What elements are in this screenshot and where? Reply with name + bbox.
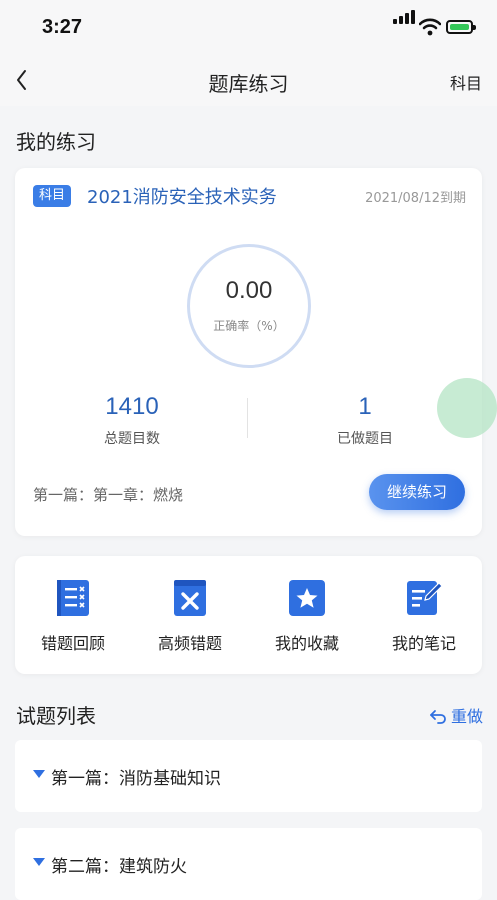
list-item[interactable]: 第二篇：建筑防火 xyxy=(15,828,482,900)
total-questions-value: 1410 xyxy=(105,393,159,420)
expire-date: 2021/08/12到期 xyxy=(365,191,466,206)
redo-button[interactable]: 重做 xyxy=(429,703,483,727)
frequent-errors-button[interactable]: 高频错题 xyxy=(132,556,248,674)
list-item-label: 第二篇：建筑防火 xyxy=(51,857,187,877)
list-item[interactable]: 第一篇：消防基础知识 xyxy=(15,740,482,812)
course-title[interactable]: 2021消防安全技术实务 xyxy=(87,183,277,209)
subject-button[interactable]: 科目 xyxy=(450,70,482,94)
page-title: 题库练习 xyxy=(208,72,289,96)
notes-label: 我的笔记 xyxy=(391,634,456,653)
floating-assistive-button[interactable] xyxy=(437,378,497,438)
wrong-review-label: 错题回顾 xyxy=(40,634,105,653)
frequent-errors-label: 高频错题 xyxy=(157,634,222,653)
accuracy-ring: 0.00 正确率（%） xyxy=(187,244,311,368)
list-item-label: 第一篇：消防基础知识 xyxy=(51,769,221,789)
continue-practice-button[interactable]: 继续练习 xyxy=(369,474,465,510)
notes-button[interactable]: 我的笔记 xyxy=(366,556,482,674)
favorites-button[interactable]: 我的收藏 xyxy=(249,556,365,674)
frequent-errors-icon xyxy=(174,580,206,616)
battery-icon xyxy=(446,20,476,34)
tools-card: 错题回顾 高频错题 我的收藏 我的笔记 xyxy=(15,556,482,674)
subject-tag: 科目 xyxy=(33,185,72,207)
nav-bar: 题库练习 科目 xyxy=(0,56,497,106)
done-questions-value: 1 xyxy=(358,393,372,420)
practice-card: 科目 2021消防安全技术实务 2021/08/12到期 0.00 正确率（%）… xyxy=(15,168,482,536)
wrong-review-icon xyxy=(57,580,89,616)
question-list-heading: 试题列表 xyxy=(16,704,96,728)
caret-down-icon xyxy=(33,858,45,866)
status-time: 3:27 xyxy=(42,16,83,38)
accuracy-label: 正确率（%） xyxy=(213,319,285,333)
my-practice-heading: 我的练习 xyxy=(16,130,96,154)
done-questions-label: 已做题目 xyxy=(337,431,393,447)
accuracy-value: 0.00 xyxy=(225,277,273,304)
wifi-icon xyxy=(419,18,441,36)
status-bar: 3:27 xyxy=(0,0,497,56)
wrong-review-button[interactable]: 错题回顾 xyxy=(15,556,131,674)
notes-edit-icon xyxy=(407,581,442,615)
favorites-label: 我的收藏 xyxy=(274,634,339,653)
caret-down-icon xyxy=(33,770,45,778)
favorites-star-icon xyxy=(289,580,325,616)
stats-divider xyxy=(247,398,248,438)
current-chapter: 第一篇：第一章：燃烧 xyxy=(33,486,184,504)
redo-label: 重做 xyxy=(450,707,483,726)
total-questions-label: 总题目数 xyxy=(104,431,160,447)
redo-icon xyxy=(430,710,446,724)
